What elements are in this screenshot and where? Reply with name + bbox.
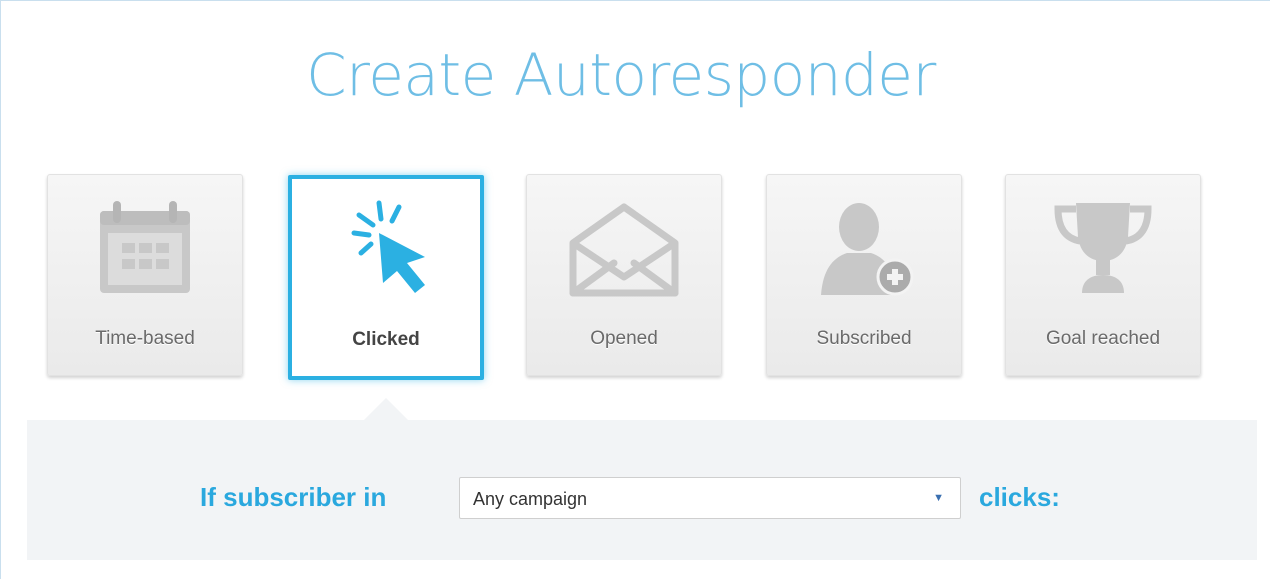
trigger-label: Opened <box>590 328 658 349</box>
trophy-icon <box>1054 203 1152 293</box>
autoresponder-page: Create Autoresponder Time-based Clicked … <box>0 0 1270 579</box>
cursor-click-icon <box>351 200 425 293</box>
trigger-label: Time-based <box>95 328 195 349</box>
open-envelope-icon <box>569 203 679 297</box>
condition-prefix-label: If subscriber in <box>200 482 387 512</box>
trigger-label: Subscribed <box>816 328 912 349</box>
panel-pointer <box>364 398 408 420</box>
trigger-goal-reached[interactable]: Goal reached <box>1005 174 1201 376</box>
trigger-clicked[interactable]: Clicked <box>288 175 484 380</box>
condition-suffix-label: clicks: <box>979 482 1060 512</box>
add-user-icon <box>821 203 914 296</box>
caret-down-icon: ▼ <box>933 492 944 504</box>
campaign-select-value: Any campaign <box>473 489 588 509</box>
trigger-subscribed[interactable]: Subscribed <box>766 174 962 376</box>
trigger-label: Goal reached <box>1045 328 1161 349</box>
calendar-icon <box>100 201 190 293</box>
trigger-label: Clicked <box>352 329 420 350</box>
trigger-time-based[interactable]: Time-based <box>47 174 243 376</box>
trigger-opened[interactable]: Opened <box>526 174 722 376</box>
campaign-select[interactable]: Any campaign ▼ <box>459 477 961 519</box>
page-title: Create Autoresponder <box>306 41 936 109</box>
